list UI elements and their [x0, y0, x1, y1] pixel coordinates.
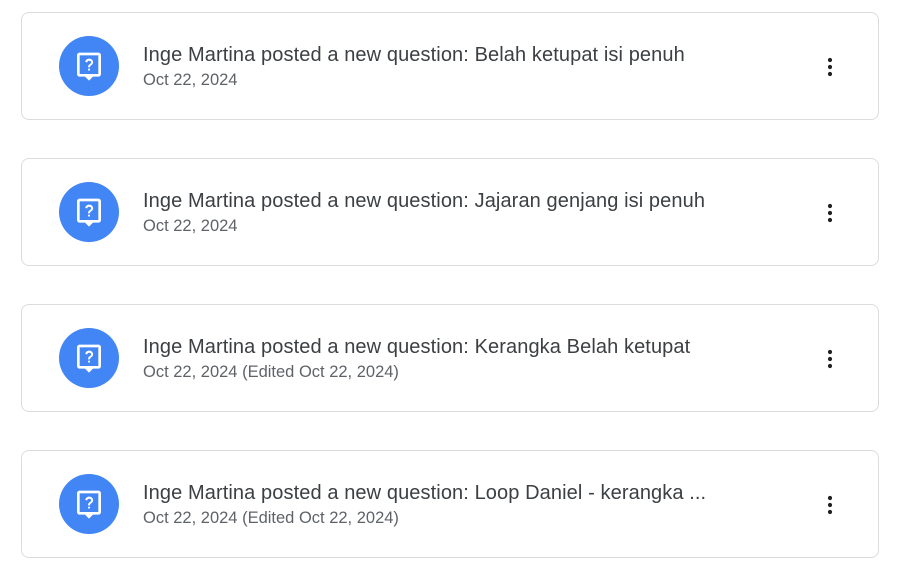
stream-item-edited: (Edited Oct 22, 2024) [242, 363, 399, 381]
question-post-icon [59, 474, 119, 534]
stream-item-date: Oct 22, 2024 [143, 217, 238, 235]
question-post-icon [59, 36, 119, 96]
more-options-button[interactable] [806, 43, 854, 91]
more-vert-icon [827, 203, 833, 223]
stream-item-date: Oct 22, 2024 [143, 71, 238, 89]
stream-item-text: Inge Martina posted a new question: Jaja… [143, 188, 783, 237]
stream-item-title: Inge Martina posted a new question: Bela… [143, 44, 685, 66]
stream-item-date: Oct 22, 2024 [143, 509, 238, 527]
question-post-icon [59, 328, 119, 388]
stream-item-date-line: Oct 22, 2024 (Edited Oct 22, 2024) [143, 361, 783, 383]
stream-item-edited: (Edited Oct 22, 2024) [242, 509, 399, 527]
more-vert-icon [827, 495, 833, 515]
stream-item-text: Inge Martina posted a new question: Kera… [143, 334, 783, 383]
stream-item-date-line: Oct 22, 2024 [143, 215, 783, 237]
more-options-button[interactable] [806, 481, 854, 529]
stream-item-date-line: Oct 22, 2024 (Edited Oct 22, 2024) [143, 507, 783, 529]
stream-item-text: Inge Martina posted a new question: Bela… [143, 42, 783, 91]
stream-item-date: Oct 22, 2024 [143, 363, 238, 381]
question-post-icon [59, 182, 119, 242]
stream-item[interactable]: Inge Martina posted a new question: Kera… [21, 304, 879, 412]
more-options-button[interactable] [806, 335, 854, 383]
more-vert-icon [827, 349, 833, 369]
stream-item[interactable]: Inge Martina posted a new question: Loop… [21, 450, 879, 558]
more-vert-icon [827, 57, 833, 77]
stream-item-date-line: Oct 22, 2024 [143, 69, 783, 91]
more-options-button[interactable] [806, 189, 854, 237]
stream-item[interactable]: Inge Martina posted a new question: Jaja… [21, 158, 879, 266]
stream-item-title: Inge Martina posted a new question: Jaja… [143, 190, 706, 212]
stream-item[interactable]: Inge Martina posted a new question: Bela… [21, 12, 879, 120]
stream-item-title: Inge Martina posted a new question: Kera… [143, 336, 691, 358]
stream-item-title: Inge Martina posted a new question: Loop… [143, 482, 707, 504]
class-stream: Inge Martina posted a new question: Bela… [0, 0, 903, 570]
stream-item-text: Inge Martina posted a new question: Loop… [143, 480, 783, 529]
